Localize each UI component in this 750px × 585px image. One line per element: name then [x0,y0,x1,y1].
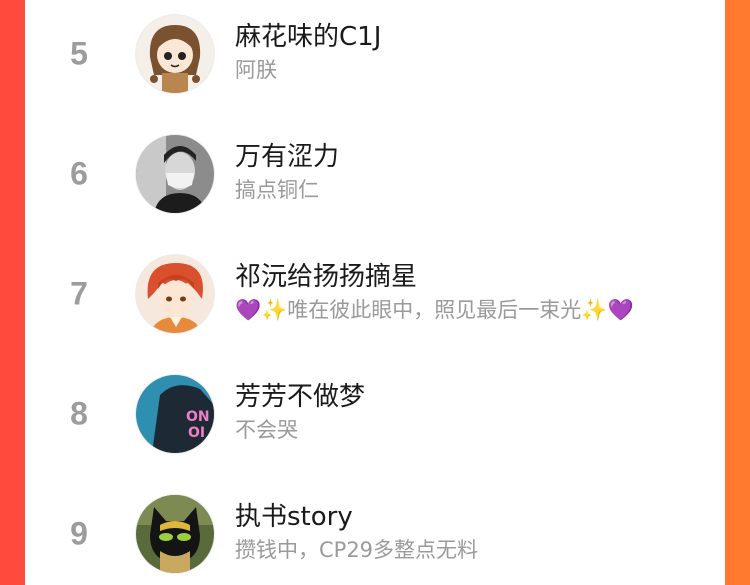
user-signature: 搞点铜仁 [235,178,319,202]
user-signature: 不会哭 [235,418,298,442]
user-signature: 攒钱中，CP29多整点无料 [235,538,479,562]
svg-text:ON: ON [186,409,210,425]
user-name[interactable]: 芳芳不做梦 [235,376,365,413]
list-item[interactable]: 8 ON OI 芳芳不做梦 不会哭 [25,364,725,464]
masked-man-avatar[interactable] [135,134,215,214]
user-name[interactable]: 执书story [235,496,353,533]
list-item[interactable]: 6 万有涩力 搞点铜仁 [25,124,725,224]
rank-number: 8 [70,395,88,432]
ranking-list: 5 麻花味的C1J 阿朕 6 万有涩力 搞点铜仁 7 祁沅给扬扬摘星 💜✨唯在彼… [25,0,725,585]
rank-number: 6 [70,155,88,192]
user-name[interactable]: 祁沅给扬扬摘星 [235,256,417,293]
teal-jacket-avatar[interactable]: ON OI [135,374,215,454]
cartoon-girl-avatar[interactable] [135,14,215,94]
red-hair-anime-avatar[interactable] [135,254,215,334]
svg-text:OI: OI [188,425,205,441]
rank-number: 5 [70,35,88,72]
user-signature: 阿朕 [235,58,277,82]
rank-number: 7 [70,275,88,312]
rank-number: 9 [70,515,88,552]
list-item[interactable]: 7 祁沅给扬扬摘星 💜✨唯在彼此眼中，照见最后一束光✨💜 [25,244,725,344]
user-name[interactable]: 麻花味的C1J [235,16,381,53]
cat-noir-avatar[interactable] [135,494,215,574]
user-signature: 💜✨唯在彼此眼中，照见最后一束光✨💜 [235,298,634,322]
list-item[interactable]: 5 麻花味的C1J 阿朕 [25,4,725,104]
list-item[interactable]: 9 执书story 攒钱中，CP29多整点无料 [25,484,725,584]
user-name[interactable]: 万有涩力 [235,136,339,173]
